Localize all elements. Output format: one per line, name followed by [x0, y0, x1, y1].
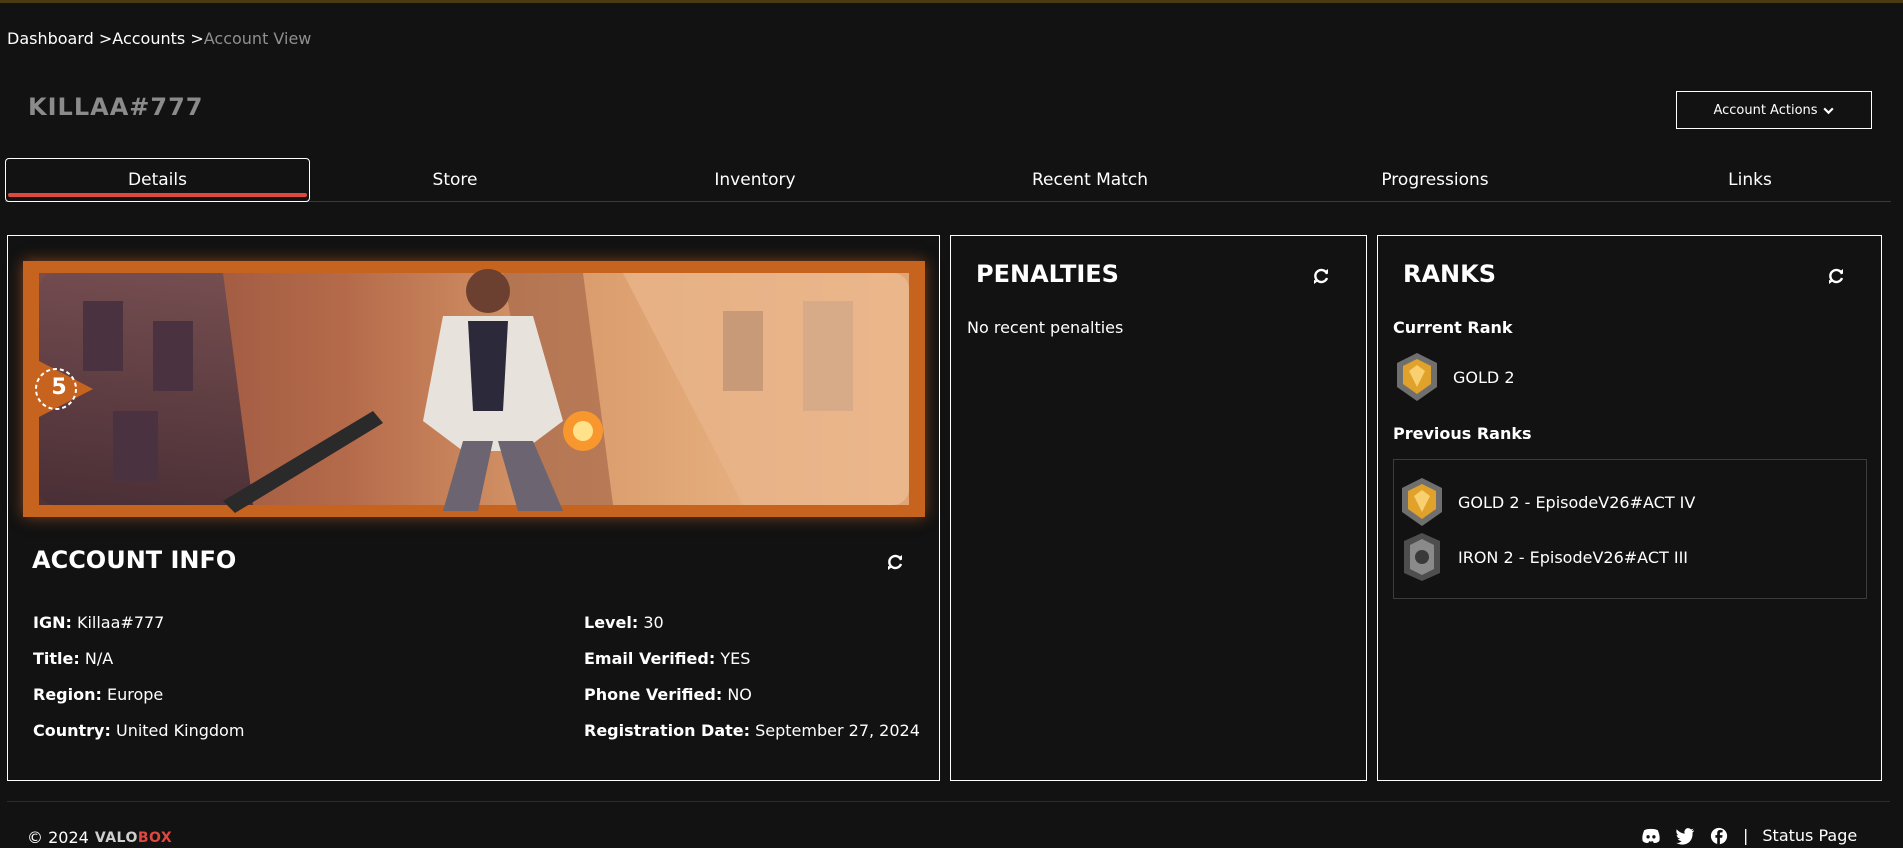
previous-ranks-list: GOLD 2 - EpisodeV26#ACT IV IRON 2 - Epis…	[1393, 459, 1867, 599]
footer-copyright: © 2024 VALOBOX	[27, 828, 172, 847]
footer-divider	[7, 801, 1890, 802]
info-level: Level: 30	[584, 613, 664, 632]
info-value: YES	[720, 649, 751, 668]
valobox-logo[interactable]: VALOBOX	[95, 830, 172, 846]
no-penalties-text: No recent penalties	[967, 318, 1124, 337]
tab-progressions[interactable]: Progressions	[1320, 158, 1550, 202]
info-country: Country: United Kingdom	[33, 721, 244, 740]
discord-icon[interactable]	[1641, 827, 1661, 845]
info-label: IGN:	[33, 613, 72, 632]
tab-links[interactable]: Links	[1635, 158, 1865, 202]
info-value: 30	[643, 613, 664, 632]
account-actions-button[interactable]: Account Actions	[1676, 91, 1872, 129]
page-title: KILLAA#777	[28, 93, 204, 121]
account-actions-label: Account Actions	[1713, 102, 1818, 118]
status-page-link[interactable]: Status Page	[1762, 826, 1857, 845]
refresh-icon[interactable]	[885, 552, 905, 572]
refresh-icon[interactable]	[1311, 266, 1331, 286]
gold-rank-icon	[1402, 478, 1442, 526]
info-value: Europe	[106, 685, 164, 704]
info-ign: IGN: Killaa#777	[33, 613, 164, 632]
banner-level-badge: 5	[51, 375, 67, 400]
logo-part-valo: VALO	[94, 829, 138, 846]
previous-rank-item: IRON 2 - EpisodeV26#ACT III	[1398, 531, 1688, 583]
footer-links: | Status Page	[1641, 826, 1857, 845]
tab-store[interactable]: Store	[340, 158, 570, 202]
previous-rank-item: GOLD 2 - EpisodeV26#ACT IV	[1398, 476, 1695, 528]
info-value: NO	[727, 685, 752, 704]
previous-rank-name: GOLD 2 - EpisodeV26#ACT IV	[1458, 492, 1696, 512]
breadcrumb: Dashboard > Accounts > Account View	[7, 29, 311, 48]
info-email-verified: Email Verified: YES	[584, 649, 750, 668]
info-registration-date: Registration Date: September 27, 2024	[584, 721, 920, 740]
top-accent-bar	[0, 0, 1903, 3]
tab-recent-match[interactable]: Recent Match	[975, 158, 1205, 202]
previous-ranks-label: Previous Ranks	[1393, 424, 1532, 443]
info-value: September 27, 2024	[755, 721, 920, 740]
breadcrumb-account-view: Account View	[203, 29, 312, 48]
penalties-heading: PENALTIES	[976, 260, 1119, 288]
info-value: N/A	[84, 649, 114, 668]
chevron-down-icon	[1822, 107, 1834, 114]
tab-inventory[interactable]: Inventory	[640, 158, 870, 202]
breadcrumb-accounts[interactable]: Accounts >	[112, 29, 203, 48]
info-label: Region:	[33, 685, 102, 704]
account-info-panel: 5 ACCOUNT INFO IGN: Killaa#777 Title: N/…	[7, 235, 940, 781]
account-info-heading: ACCOUNT INFO	[32, 546, 237, 574]
info-value: United Kingdom	[115, 721, 245, 740]
refresh-icon[interactable]	[1826, 266, 1846, 286]
tab-bar: Details Store Inventory Recent Match Pro…	[5, 158, 1891, 202]
logo-part-box: BOX	[137, 829, 173, 846]
info-label: Registration Date:	[584, 721, 751, 740]
info-label: Title:	[33, 649, 80, 668]
info-label: Phone Verified:	[584, 685, 723, 704]
tab-details[interactable]: Details	[5, 158, 310, 202]
info-title: Title: N/A	[33, 649, 113, 668]
iron-rank-icon	[1404, 533, 1440, 581]
info-label: Level:	[584, 613, 639, 632]
player-card-banner: 5	[23, 261, 925, 517]
info-label: Country:	[33, 721, 111, 740]
current-rank-name: GOLD 2	[1453, 367, 1515, 387]
ranks-panel: RANKS Current Rank GOLD 2 Previous Ranks…	[1377, 235, 1882, 781]
breadcrumb-dashboard[interactable]: Dashboard >	[7, 29, 112, 48]
info-label: Email Verified:	[584, 649, 716, 668]
info-phone-verified: Phone Verified: NO	[584, 685, 752, 704]
penalties-panel: PENALTIES No recent penalties	[950, 235, 1367, 781]
previous-rank-name: IRON 2 - EpisodeV26#ACT III	[1458, 547, 1689, 567]
twitter-icon[interactable]	[1675, 827, 1695, 845]
info-region: Region: Europe	[33, 685, 163, 704]
footer-separator: |	[1743, 826, 1749, 845]
player-card-image	[23, 261, 925, 517]
copyright-text: © 2024	[27, 828, 89, 847]
gold-rank-icon	[1397, 353, 1437, 401]
current-rank: GOLD 2	[1393, 351, 1515, 403]
facebook-icon[interactable]	[1709, 827, 1729, 845]
ranks-heading: RANKS	[1403, 260, 1497, 288]
info-value: Killaa#777	[76, 613, 165, 632]
current-rank-label: Current Rank	[1393, 318, 1513, 337]
